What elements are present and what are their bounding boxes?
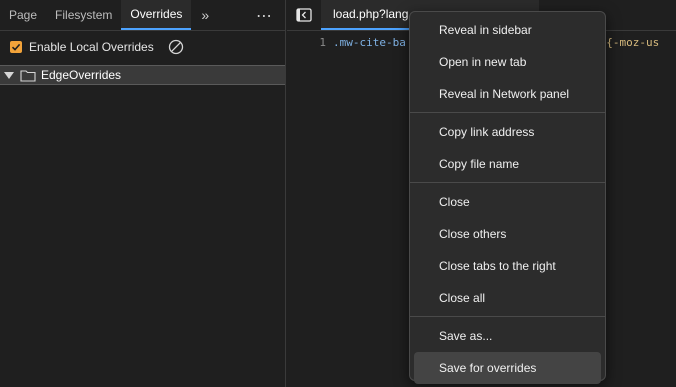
enable-overrides-checkbox[interactable] — [10, 41, 22, 53]
menu-item-close-others[interactable]: Close others — [410, 218, 605, 250]
tree-item-edgeoverrides[interactable]: EdgeOverrides — [0, 65, 285, 85]
kebab-menu-icon[interactable]: ⋯ — [256, 0, 273, 31]
menu-item-save-for-overrides[interactable]: Save for overrides — [414, 352, 601, 384]
menu-separator — [410, 112, 605, 113]
menu-item-save-as[interactable]: Save as... — [410, 320, 605, 352]
menu-separator — [410, 182, 605, 183]
menu-separator — [410, 316, 605, 317]
folder-label: EdgeOverrides — [41, 68, 122, 82]
expand-triangle-icon[interactable] — [4, 71, 14, 79]
navigator-tabbar: Page Filesystem Overrides » ⋯ — [0, 0, 285, 31]
context-menu: Reveal in sidebar Open in new tab Reveal… — [409, 11, 606, 384]
menu-item-close-tabs-to-the-right[interactable]: Close tabs to the right — [410, 250, 605, 282]
line-number: 1 — [319, 36, 326, 49]
menu-item-reveal-in-sidebar[interactable]: Reveal in sidebar — [410, 14, 605, 46]
menu-item-copy-link-address[interactable]: Copy link address — [410, 116, 605, 148]
overrides-toolbar: Enable Local Overrides — [0, 31, 285, 63]
tab-filesystem[interactable]: Filesystem — [46, 0, 121, 30]
enable-overrides-label[interactable]: Enable Local Overrides — [29, 40, 154, 54]
menu-item-close-all[interactable]: Close all — [410, 282, 605, 314]
code-text-start: .mw-cite-ba — [333, 36, 406, 49]
menu-item-reveal-in-network-panel[interactable]: Reveal in Network panel — [410, 78, 605, 110]
menu-item-close[interactable]: Close — [410, 186, 605, 218]
tab-page[interactable]: Page — [0, 0, 46, 30]
sidebar-toggle-icon[interactable] — [287, 0, 321, 30]
menu-item-copy-file-name[interactable]: Copy file name — [410, 148, 605, 180]
tab-overrides[interactable]: Overrides — [121, 0, 192, 30]
sources-navigator: Page Filesystem Overrides » ⋯ Enable Loc… — [0, 0, 286, 387]
folder-icon — [20, 69, 36, 82]
clear-icon[interactable] — [168, 39, 184, 55]
checkbox-check-icon — [11, 43, 21, 51]
more-tabs-icon[interactable]: » — [191, 0, 219, 30]
menu-item-open-in-new-tab[interactable]: Open in new tab — [410, 46, 605, 78]
